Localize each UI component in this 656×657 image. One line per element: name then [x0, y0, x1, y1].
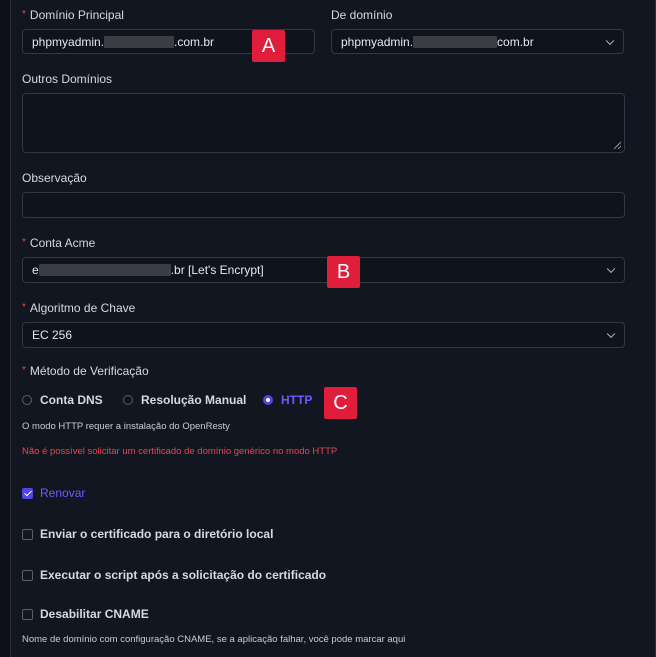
acme-account-prefix: e	[32, 263, 39, 277]
radio-selected-icon	[263, 395, 273, 405]
key-algorithm-label: * Algoritmo de Chave	[22, 301, 136, 315]
from-domain-select[interactable]: phpmyadmin. com.br	[331, 29, 624, 54]
checkbox-checked-icon	[22, 487, 33, 499]
main-domain-prefix: phpmyadmin.	[32, 34, 105, 49]
checkbox-icon	[22, 569, 33, 581]
http-mode-note: O modo HTTP requer a instalação do OpenR…	[22, 421, 230, 432]
from-domain-suffix: com.br	[497, 34, 534, 49]
resize-handle-icon[interactable]	[614, 142, 621, 149]
other-domains-label: Outros Domínios	[22, 72, 113, 86]
required-marker: *	[22, 9, 26, 20]
observation-label: Observação	[22, 171, 87, 185]
main-domain-suffix: .com.br	[174, 34, 215, 49]
acme-account-label: * Conta Acme	[22, 236, 96, 250]
renew-checkbox[interactable]: Renovar	[22, 486, 85, 500]
certificate-form-panel: * Domínio Principal phpmyadmin. .com.br De…	[10, 0, 656, 657]
other-domains-textarea[interactable]	[22, 93, 625, 153]
redacted-block	[38, 264, 171, 276]
radio-circle-icon	[123, 395, 133, 405]
redacted-block	[104, 35, 175, 48]
chevron-down-icon	[606, 264, 616, 274]
radio-dns-account[interactable]: Conta DNS	[22, 393, 103, 407]
observation-input[interactable]	[22, 192, 625, 218]
redacted-block	[413, 35, 498, 48]
cname-note: Nome de domínio com configuração CNAME, …	[22, 634, 406, 645]
from-domain-prefix: phpmyadmin.	[341, 34, 414, 49]
http-mode-error: Não é possível solicitar um certificado …	[22, 446, 338, 457]
required-marker: *	[22, 365, 26, 376]
annotation-badge-b: B	[327, 256, 360, 288]
radio-http[interactable]: HTTP	[263, 393, 312, 407]
checkbox-icon	[22, 608, 33, 620]
checkbox-icon	[22, 528, 33, 540]
verification-label: * Método de Verificação	[22, 364, 149, 378]
key-algorithm-select[interactable]: EC 256	[22, 322, 625, 348]
annotation-badge-a: A	[252, 30, 285, 62]
required-marker: *	[22, 302, 26, 313]
acme-account-suffix: .br [Let's Encrypt]	[170, 263, 264, 277]
run-script-checkbox[interactable]: Executar o script após a solicitação do …	[22, 568, 326, 582]
main-domain-label: * Domínio Principal	[22, 8, 124, 22]
from-domain-label: De domínio	[331, 8, 393, 22]
chevron-down-icon	[606, 329, 616, 339]
key-algorithm-value: EC 256	[32, 328, 73, 342]
disable-cname-checkbox[interactable]: Desabilitar CNAME	[22, 607, 149, 621]
annotation-badge-c: C	[324, 387, 357, 419]
required-marker: *	[22, 237, 26, 248]
radio-manual-resolution[interactable]: Resolução Manual	[123, 393, 246, 407]
radio-circle-icon	[22, 395, 32, 405]
send-local-checkbox[interactable]: Enviar o certificado para o diretório lo…	[22, 527, 273, 541]
acme-account-select[interactable]: e .br [Let's Encrypt]	[22, 257, 625, 283]
chevron-down-icon	[605, 36, 615, 45]
